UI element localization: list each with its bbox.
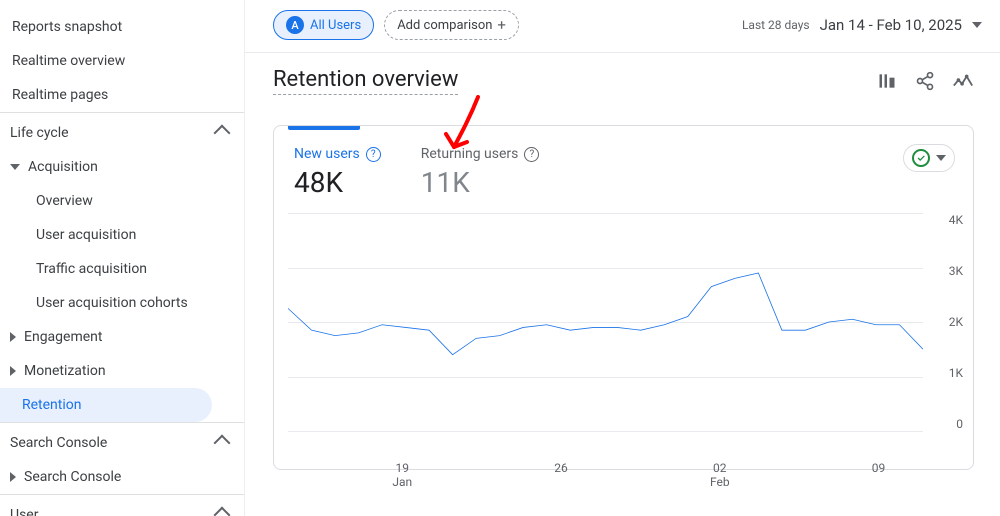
- top-bar: A All Users Add comparison + Last 28 day…: [245, 0, 1000, 53]
- date-range-picker[interactable]: Last 28 days Jan 14 - Feb 10, 2025: [742, 16, 982, 34]
- sidebar-item-acquisition[interactable]: Acquisition: [0, 150, 244, 184]
- sidebar-item-user-acquisition[interactable]: User acquisition: [0, 218, 244, 252]
- tab-value: 48K: [294, 166, 381, 199]
- share-icon[interactable]: [914, 70, 936, 92]
- caret-down-icon: [972, 22, 982, 28]
- sidebar-item-label: Search Console: [24, 469, 121, 485]
- sidebar-group-label: Life cycle: [10, 125, 69, 141]
- segment-all-users[interactable]: A All Users: [273, 10, 374, 40]
- sidebar-item-user-acquisition-cohorts[interactable]: User acquisition cohorts: [0, 286, 244, 320]
- segment-label: All Users: [310, 18, 361, 33]
- add-comparison-button[interactable]: Add comparison +: [384, 10, 519, 40]
- tab-value: 11K: [421, 166, 540, 199]
- page-title: Retention overview: [273, 67, 458, 95]
- chevron-up-icon: [214, 125, 231, 142]
- sidebar-item-realtime-pages[interactable]: Realtime pages: [0, 78, 244, 112]
- add-comparison-label: Add comparison: [397, 18, 492, 33]
- chevron-up-icon: [214, 435, 231, 452]
- sidebar-item-label: Engagement: [24, 329, 102, 345]
- tab-label: Returning users: [421, 146, 519, 162]
- page-header: Retention overview: [245, 53, 1000, 103]
- caret-right-icon: [10, 472, 16, 482]
- sidebar-group-label: User: [10, 507, 38, 516]
- tab-new-users[interactable]: New users ? 48K: [274, 146, 401, 199]
- plus-icon: +: [497, 16, 506, 34]
- date-range-label: Last 28 days: [742, 18, 810, 32]
- report-sidebar: Reports snapshot Realtime overview Realt…: [0, 0, 245, 516]
- caret-right-icon: [10, 332, 16, 342]
- sidebar-group-label: Search Console: [10, 435, 107, 451]
- sidebar-item-label: Acquisition: [28, 159, 98, 175]
- retention-card: New users ? 48K Returning users ? 11K: [273, 125, 974, 470]
- caret-down-icon: [10, 164, 20, 170]
- sidebar-item-label: Monetization: [24, 363, 106, 379]
- insights-icon[interactable]: [952, 70, 974, 92]
- sidebar-item-monetization[interactable]: Monetization: [0, 354, 244, 388]
- tab-returning-users[interactable]: Returning users ? 11K: [401, 146, 560, 199]
- metric-tabs: New users ? 48K Returning users ? 11K: [274, 126, 973, 199]
- chart-y-axis: 4K 3K 2K 1K 0: [949, 213, 963, 431]
- chart-area: 4K 3K 2K 1K 0 19Jan2602Feb09: [274, 199, 973, 469]
- sidebar-item-engagement[interactable]: Engagement: [0, 320, 244, 354]
- help-icon[interactable]: ?: [366, 147, 381, 162]
- main-panel: A All Users Add comparison + Last 28 day…: [245, 0, 1000, 516]
- sidebar-item-overview[interactable]: Overview: [0, 184, 244, 218]
- sidebar-group-life-cycle[interactable]: Life cycle: [0, 112, 244, 150]
- caret-right-icon: [10, 366, 16, 376]
- date-range-value: Jan 14 - Feb 10, 2025: [820, 16, 962, 34]
- sidebar-group-user[interactable]: User: [0, 494, 244, 516]
- sidebar-item-traffic-acquisition[interactable]: Traffic acquisition: [0, 252, 244, 286]
- sidebar-item-realtime-overview[interactable]: Realtime overview: [0, 44, 244, 78]
- segment-badge: A: [286, 16, 304, 34]
- chevron-up-icon: [214, 507, 231, 516]
- sidebar-item-retention[interactable]: Retention: [0, 388, 212, 422]
- sidebar-group-search-console[interactable]: Search Console: [0, 422, 244, 460]
- sidebar-item-reports-snapshot[interactable]: Reports snapshot: [0, 10, 244, 44]
- customize-report-icon[interactable]: [876, 70, 898, 92]
- sidebar-item-search-console[interactable]: Search Console: [0, 460, 244, 494]
- help-icon[interactable]: ?: [524, 147, 539, 162]
- tab-label: New users: [294, 146, 360, 162]
- chart-line: [288, 213, 923, 431]
